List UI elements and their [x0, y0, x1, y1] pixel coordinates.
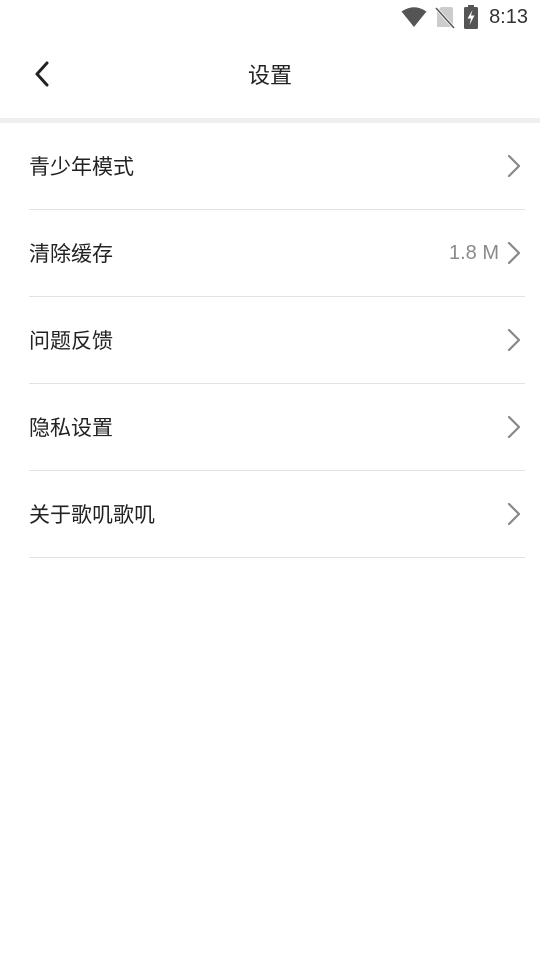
settings-item-about[interactable]: 关于歌叽歌叽 [29, 471, 525, 558]
status-bar: 8:13 [0, 0, 540, 34]
settings-list: 青少年模式 清除缓存 1.8 M 问题反馈 隐私设置 关于歌叽歌叽 [0, 123, 540, 558]
chevron-right-icon [505, 154, 523, 178]
settings-item-clear-cache[interactable]: 清除缓存 1.8 M [29, 210, 525, 297]
settings-item-label: 青少年模式 [29, 155, 134, 179]
settings-item-feedback[interactable]: 问题反馈 [29, 297, 525, 384]
settings-item-label: 问题反馈 [29, 329, 113, 353]
chevron-right-icon [505, 502, 523, 526]
cache-size-value: 1.8 M [448, 241, 499, 264]
app-bar: 设置 [0, 34, 540, 118]
settings-item-label: 隐私设置 [29, 416, 113, 440]
chevron-right-icon [505, 415, 523, 439]
wifi-icon [401, 6, 427, 28]
battery-charging-icon [463, 5, 479, 29]
page-title: 设置 [247, 64, 292, 89]
no-sim-icon [435, 5, 456, 29]
settings-item-label: 清除缓存 [29, 242, 113, 266]
chevron-right-icon [505, 241, 523, 265]
settings-item-privacy[interactable]: 隐私设置 [29, 384, 525, 471]
status-icons: 8:13 [401, 5, 528, 29]
chevron-right-icon [505, 328, 523, 352]
status-time: 8:13 [489, 5, 528, 28]
settings-item-youth-mode[interactable]: 青少年模式 [29, 123, 525, 210]
settings-item-label: 关于歌叽歌叽 [29, 503, 155, 527]
